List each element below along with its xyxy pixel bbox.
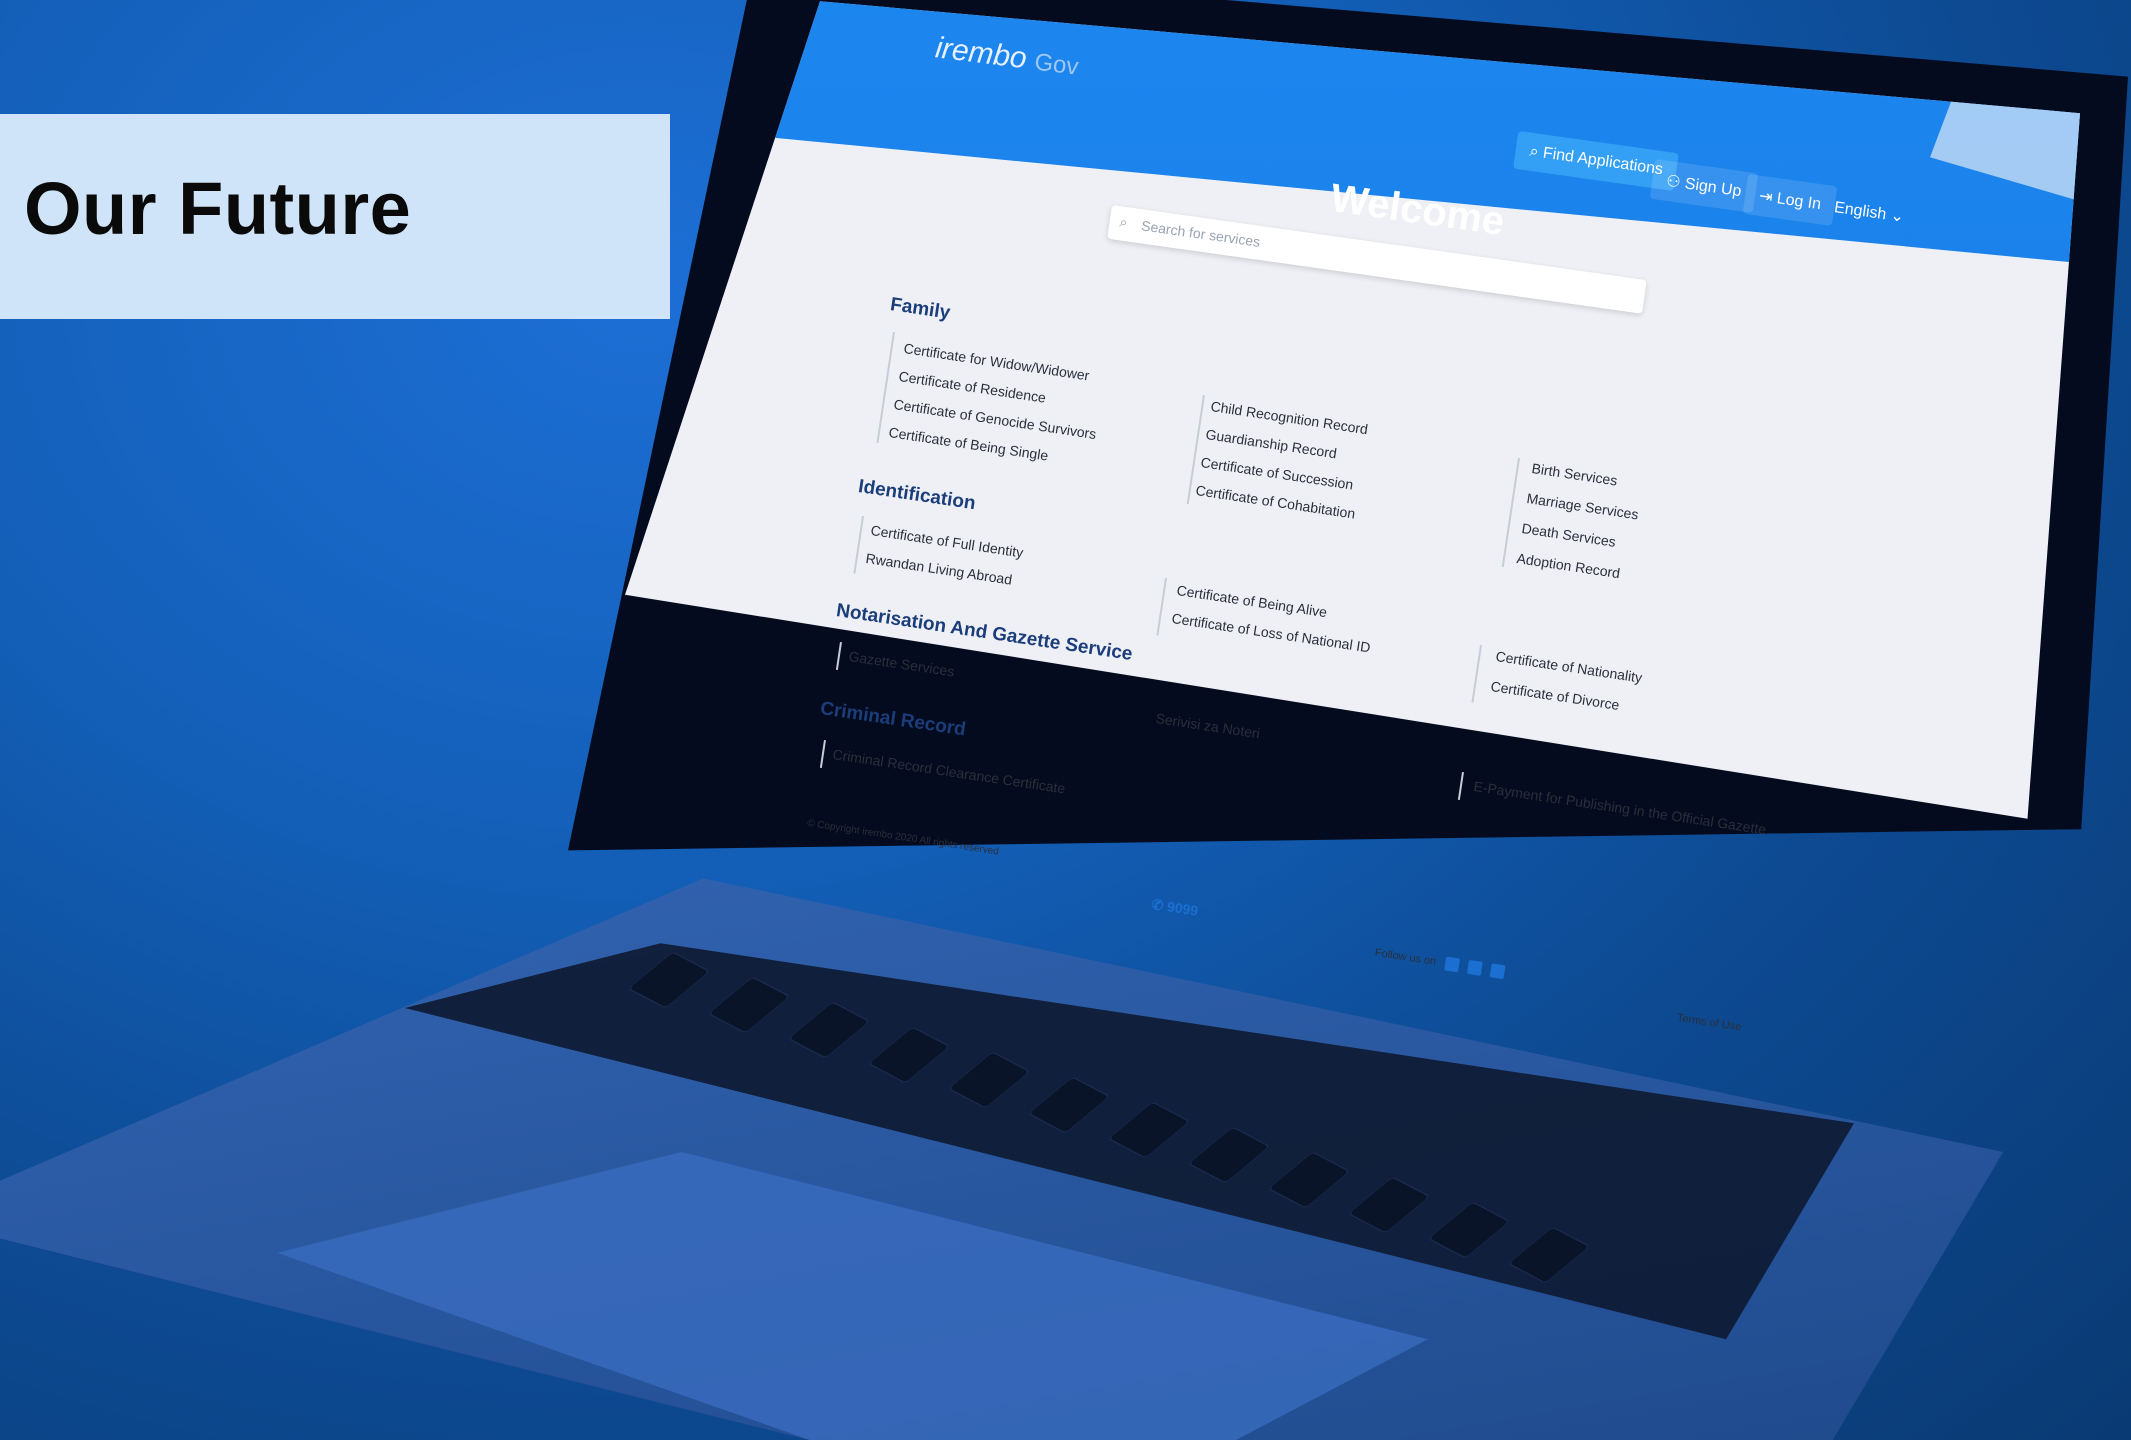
service-link[interactable]: Criminal Record Clearance Certificate [832, 746, 1067, 797]
identification-divider [853, 516, 864, 574]
service-link[interactable]: E-Payment for Publishing in the Official… [1473, 778, 1768, 837]
search-icon: ⌕ [1118, 213, 1129, 231]
language-label: English [1833, 199, 1888, 224]
terms-link[interactable]: Terms of Use [1676, 1012, 1742, 1033]
category-identification: Identification [856, 476, 977, 515]
search-icon: ⌕ [1528, 142, 1540, 161]
logo-text: irembo [933, 31, 1029, 76]
criminal-col3-divider [1457, 772, 1464, 800]
service-link[interactable]: Certificate of Nationality [1495, 648, 1644, 686]
phone-number: 9099 [1166, 898, 1200, 919]
user-add-icon: ⚇ [1665, 172, 1682, 192]
logo-suffix: Gov [1033, 48, 1080, 81]
log-in-label: Log In [1775, 190, 1823, 214]
follow-label: Follow us on [1374, 946, 1437, 968]
category-family: Family [888, 294, 952, 324]
follow-us: Follow us on [1374, 946, 1506, 980]
site-logo[interactable]: irembo Gov [933, 31, 1080, 82]
category-criminal-record: Criminal Record [818, 698, 968, 741]
chevron-down-icon: ⌄ [1889, 207, 1906, 226]
service-link[interactable]: Certificate of Loss of National ID [1171, 610, 1372, 655]
phone-icon: ✆ [1150, 896, 1165, 914]
notarisation-divider [835, 642, 842, 670]
laptop-photo: irembo Gov ⌕ Find Applications ⚇ Sign Up… [0, 0, 2131, 1440]
identification-col3-divider [1471, 645, 1482, 703]
login-icon: ⇥ [1758, 187, 1774, 207]
copyright-text: © Copyright irembo 2020 All rights reser… [806, 818, 1000, 858]
service-link[interactable]: Gazette Services [848, 648, 956, 680]
criminal-divider [819, 740, 826, 768]
site-content: irembo Gov ⌕ Find Applications ⚇ Sign Up… [0, 0, 2131, 1440]
identification-col2-divider [1156, 578, 1167, 636]
service-link[interactable]: Death Services [1521, 520, 1617, 550]
service-link[interactable]: Marriage Services [1526, 490, 1640, 523]
linkedin-icon[interactable] [1489, 963, 1506, 980]
language-select[interactable]: English ⌄ [1818, 185, 1921, 238]
sign-up-button[interactable]: ⚇ Sign Up [1649, 158, 1758, 214]
service-link[interactable]: Guardianship Record [1205, 426, 1338, 461]
find-applications-label: Find Applications [1541, 144, 1664, 179]
service-link[interactable]: Adoption Record [1516, 550, 1622, 581]
search-placeholder: Search for services [1140, 217, 1262, 250]
service-link[interactable]: Certificate of Divorce [1490, 678, 1621, 713]
twitter-icon[interactable] [1443, 956, 1460, 973]
service-link[interactable]: Serivisi za Noteri [1155, 710, 1261, 741]
welcome-heading: Welcome [1327, 176, 1508, 244]
phone-contact[interactable]: ✆ 9099 [1150, 896, 1200, 920]
facebook-icon[interactable] [1466, 959, 1483, 976]
service-link[interactable]: Birth Services [1531, 460, 1619, 489]
sign-up-label: Sign Up [1683, 175, 1743, 201]
